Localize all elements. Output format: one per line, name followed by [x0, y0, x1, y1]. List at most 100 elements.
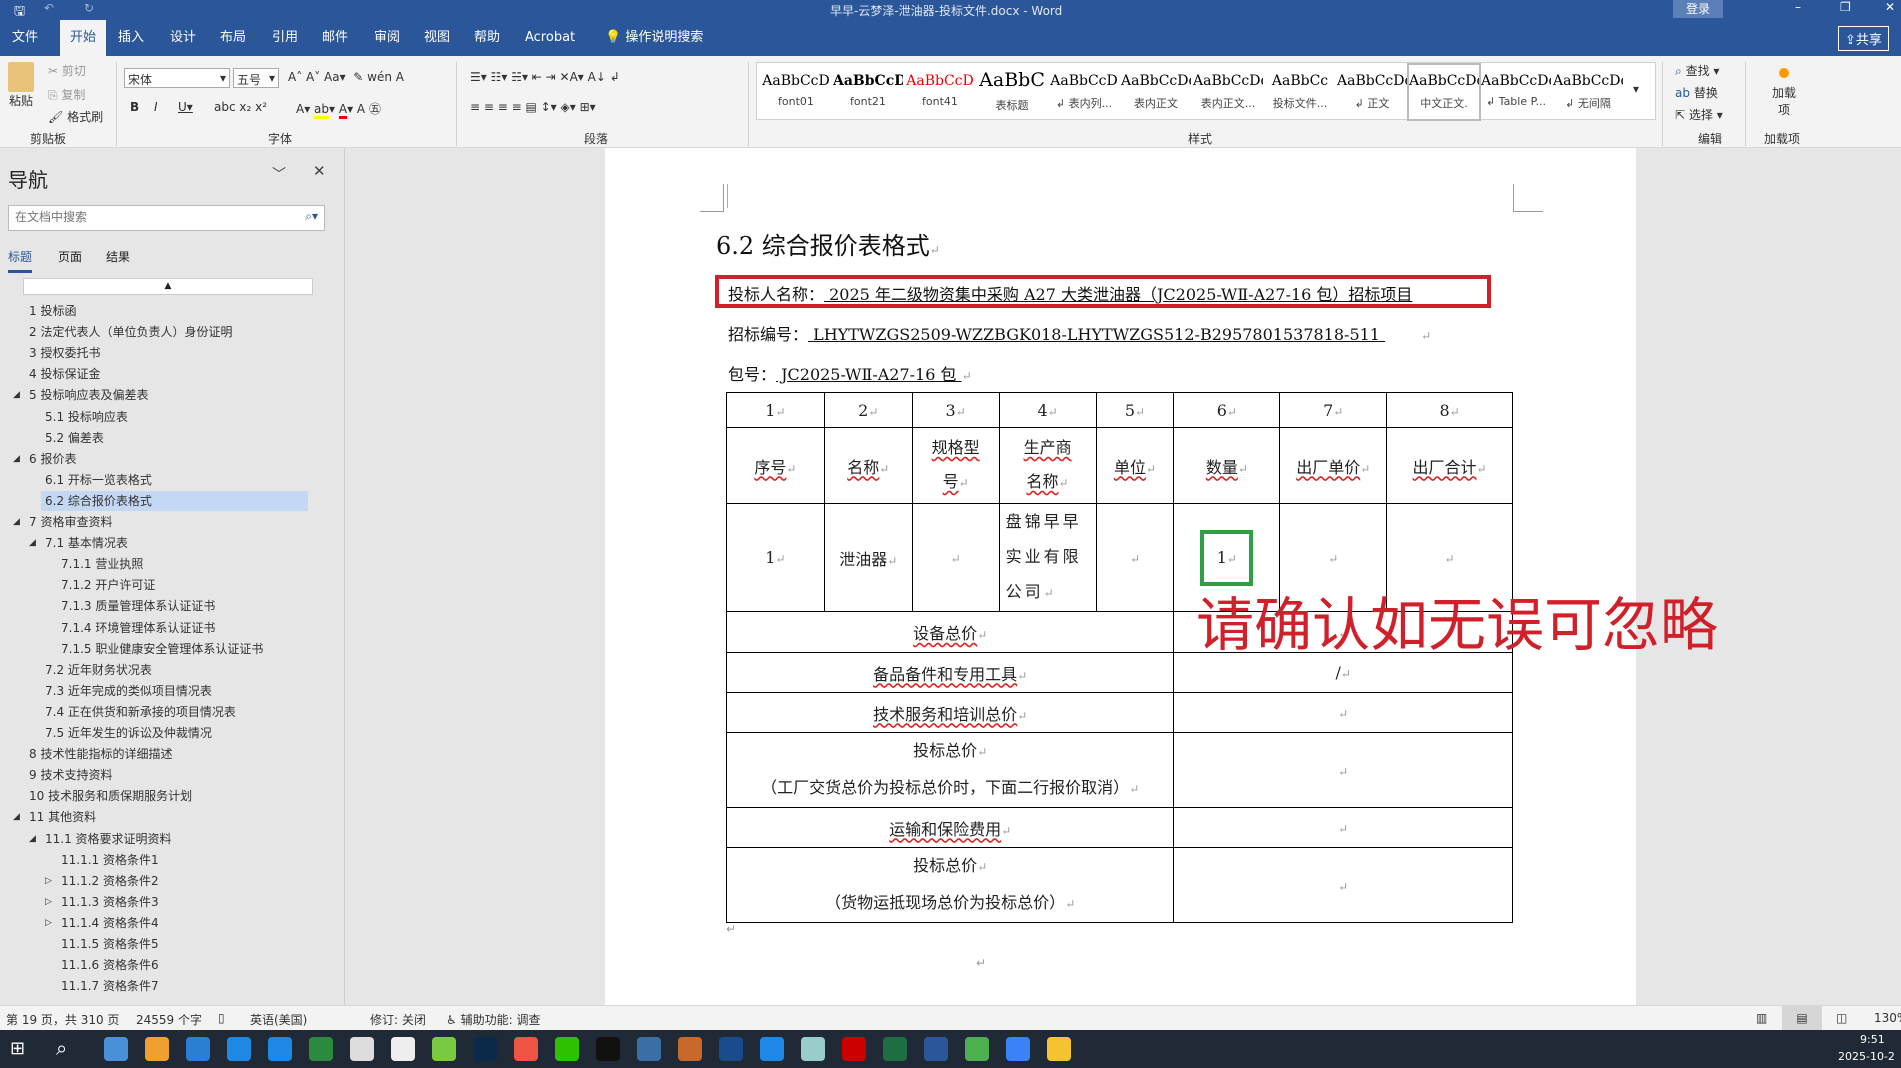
underline-button[interactable]: U▾: [178, 100, 193, 114]
close-button[interactable]: ✕: [1885, 0, 1895, 14]
taskbar-app-icon[interactable]: [432, 1037, 456, 1061]
table-cell[interactable]: ↵: [1173, 807, 1513, 848]
taskbar-app-icon[interactable]: [555, 1037, 579, 1061]
word-count[interactable]: 24559 个字: [136, 1011, 202, 1028]
taskbar-app-icon[interactable]: [309, 1037, 333, 1061]
format-painter-button[interactable]: 🖌 格式刷: [48, 108, 103, 125]
tab-help[interactable]: 帮助: [464, 20, 510, 56]
style-item[interactable]: AaBbCcDdI 表内正文: [1121, 65, 1191, 119]
table-cell[interactable]: 6↵: [1173, 392, 1281, 428]
table-header-cell[interactable]: 规格型号↵: [911, 427, 1000, 504]
italic-button[interactable]: I: [154, 100, 158, 114]
table-header-cell[interactable]: 出厂合计↵: [1386, 427, 1513, 504]
taskbar-app-icon[interactable]: [145, 1037, 169, 1061]
find-button[interactable]: ⌕ 查找 ▾: [1675, 62, 1719, 79]
style-item[interactable]: AaBbCc 投标文件...: [1265, 65, 1335, 119]
font-name-select[interactable]: 宋体 ▾: [124, 68, 230, 88]
nav-heading-item[interactable]: 6 报价表: [29, 449, 76, 469]
nav-heading-item[interactable]: 11.1.6 资格条件6: [61, 955, 159, 975]
nav-heading-item[interactable]: 4 投标保证金: [29, 364, 100, 384]
nav-heading-item[interactable]: 7.1 基本情况表: [45, 533, 128, 553]
clock-date[interactable]: 2025-10-2: [1838, 1050, 1895, 1063]
style-item[interactable]: AaBbCcD font01: [761, 65, 831, 119]
nav-options-chevron-icon[interactable]: ﹀: [272, 164, 286, 184]
table-cell[interactable]: ↵: [911, 503, 1000, 612]
table-cell[interactable]: ↵: [1173, 692, 1513, 733]
nav-heading-item[interactable]: 11.1 资格要求证明资料: [45, 829, 172, 849]
nav-heading-item[interactable]: 11.1.5 资格条件5: [61, 934, 159, 954]
table-header-cell[interactable]: 生产商名称↵: [998, 427, 1097, 504]
taskbar-app-icon[interactable]: [760, 1037, 784, 1061]
windows-start-icon[interactable]: ⊞: [10, 1038, 25, 1059]
table-cell[interactable]: 8↵: [1386, 392, 1513, 428]
nav-tab-headings[interactable]: 标题: [8, 248, 33, 273]
search-icon[interactable]: ⌕: [56, 1036, 67, 1060]
font-tools-icons[interactable]: A˄ A˅ Aa▾ ✎ wén A: [288, 70, 404, 84]
taskbar-app-icon[interactable]: [719, 1037, 743, 1061]
paste-button[interactable]: 粘贴: [8, 62, 34, 109]
taskbar-app-icon[interactable]: [350, 1037, 374, 1061]
table-cell[interactable]: 4↵: [998, 392, 1097, 428]
table-header-cell[interactable]: 出厂单价↵: [1279, 427, 1388, 504]
select-button[interactable]: ⇱ 选择 ▾: [1675, 106, 1723, 123]
nav-heading-item[interactable]: 7.3 近年完成的类似项目情况表: [45, 681, 212, 701]
style-item[interactable]: AaBbCcDdI ↲ 无间隔: [1553, 65, 1623, 119]
expand-arrow-icon[interactable]: ▷: [45, 913, 52, 933]
table-cell[interactable]: 运输和保险费用↵: [725, 807, 1175, 848]
restore-button[interactable]: ❐: [1840, 0, 1851, 14]
tab-acrobat[interactable]: Acrobat: [515, 20, 585, 56]
table-cell[interactable]: 3↵: [911, 392, 1000, 428]
taskbar-app-icon[interactable]: [514, 1037, 538, 1061]
clock-time[interactable]: 9:51: [1860, 1033, 1885, 1046]
nav-heading-item[interactable]: 11.1.3 资格条件3: [61, 892, 159, 912]
strikethrough-subscript-superscript[interactable]: abc x₂ x²: [214, 100, 267, 114]
collapse-arrow-icon[interactable]: ◢: [13, 449, 20, 469]
style-item[interactable]: AaBbCcDd 表内正文...: [1193, 65, 1263, 119]
bold-button[interactable]: B: [130, 100, 139, 114]
share-button[interactable]: ⇪共享: [1838, 26, 1889, 51]
alignment-buttons[interactable]: ≡ ≡ ≡ ≡ ▤ ↕▾ ◈▾ ⊞▾: [470, 100, 596, 114]
table-cell[interactable]: 投标总价↵ （工厂交货总价为投标总价时，下面二行报价取消）↵: [725, 732, 1175, 808]
nav-heading-item[interactable]: 7.4 正在供货和新承接的项目情况表: [45, 702, 236, 722]
nav-tab-pages[interactable]: 页面: [58, 248, 82, 265]
nav-heading-item[interactable]: 7.1.3 质量管理体系认证证书: [61, 596, 215, 616]
nav-heading-item[interactable]: 7.1.2 开户许可证: [61, 575, 155, 595]
print-layout-button[interactable]: ▤: [1782, 1006, 1822, 1030]
nav-heading-item[interactable]: 8 技术性能指标的详细描述: [29, 744, 172, 764]
tab-insert[interactable]: 插入: [108, 20, 154, 56]
table-cell[interactable]: 1↵: [726, 503, 825, 612]
language[interactable]: 英语(美国): [250, 1011, 307, 1028]
nav-heading-item[interactable]: 7.1.1 营业执照: [61, 554, 143, 574]
nav-heading-item[interactable]: 2 法定代表人（单位负责人）身份证明: [29, 322, 232, 342]
table-header-cell[interactable]: 数量↵: [1173, 427, 1281, 504]
minimize-button[interactable]: –: [1795, 0, 1801, 14]
redo-icon[interactable]: ↻: [84, 1, 94, 15]
taskbar-app-icon[interactable]: [678, 1037, 702, 1061]
styles-more-button[interactable]: ▾: [1633, 82, 1639, 96]
accessibility-status[interactable]: ♿ 辅助功能: 调查: [446, 1011, 540, 1028]
nav-scroll-top-button[interactable]: ▲: [23, 278, 313, 295]
taskbar-app-icon[interactable]: [596, 1037, 620, 1061]
table-cell[interactable]: 7↵: [1279, 392, 1388, 428]
expand-arrow-icon[interactable]: ▷: [45, 892, 52, 912]
taskbar-app-icon[interactable]: [473, 1037, 497, 1061]
nav-heading-item[interactable]: 3 授权委托书: [29, 343, 100, 363]
table-cell[interactable]: 备品备件和专用工具↵: [725, 652, 1175, 693]
nav-heading-item[interactable]: 9 技术支持资料: [29, 765, 112, 785]
nav-close-icon[interactable]: ✕: [313, 162, 326, 180]
nav-heading-item[interactable]: 5 投标响应表及偏差表: [29, 385, 148, 405]
table-cell[interactable]: 盘锦早早实业有限公司↵: [998, 503, 1097, 612]
taskbar-app-icon[interactable]: [1047, 1037, 1071, 1061]
tab-design[interactable]: 设计: [160, 20, 206, 56]
nav-heading-item[interactable]: 11.1.1 资格条件1: [61, 850, 159, 870]
track-changes-status[interactable]: 修订: 关闭: [370, 1011, 426, 1028]
taskbar-app-icon[interactable]: [924, 1037, 948, 1061]
table-cell[interactable]: 设备总价↵: [725, 611, 1175, 653]
copy-button[interactable]: ⎘ 复制: [48, 86, 85, 103]
nav-heading-item[interactable]: 7.1.4 环境管理体系认证证书: [61, 618, 215, 638]
style-item[interactable]: AaBbCcD font21: [833, 65, 903, 119]
collapse-arrow-icon[interactable]: ◢: [29, 829, 36, 849]
table-header-cell[interactable]: 名称↵: [823, 427, 913, 504]
nav-heading-item[interactable]: 6.1 开标一览表格式: [45, 470, 152, 490]
tab-home[interactable]: 开始: [60, 20, 107, 56]
